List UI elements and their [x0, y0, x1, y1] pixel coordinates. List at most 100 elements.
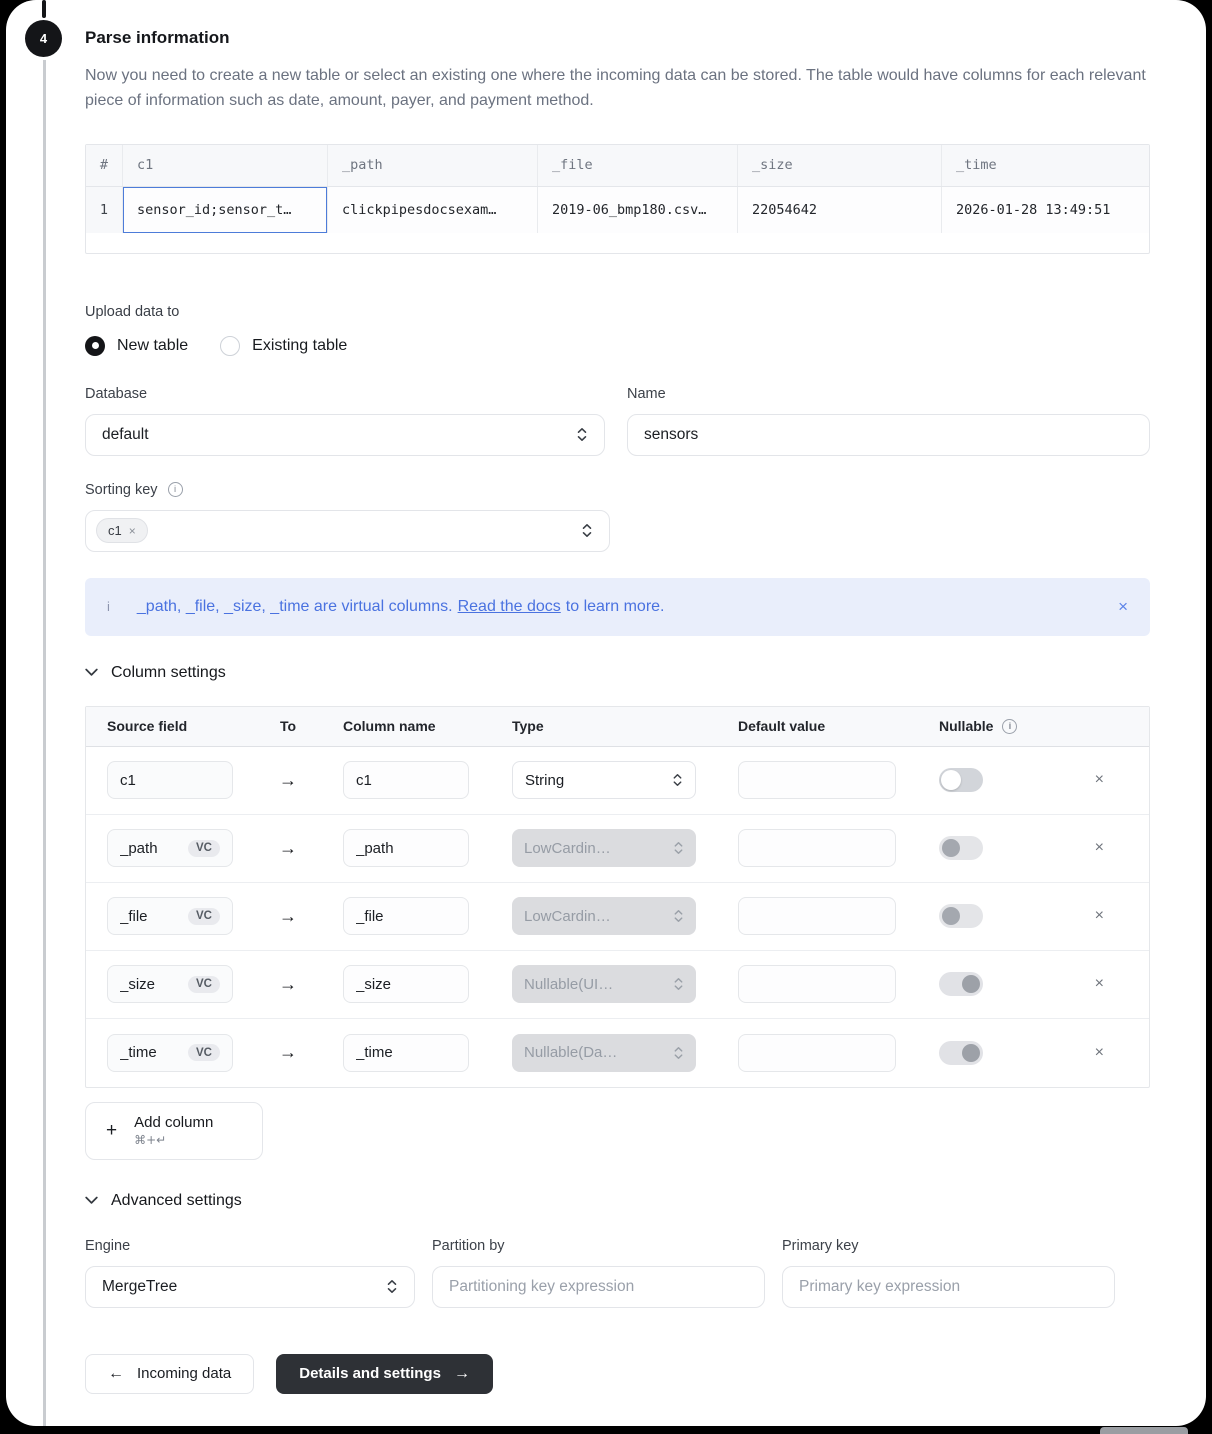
chevron-updown-icon	[673, 841, 684, 855]
source-field-input[interactable]	[120, 840, 180, 857]
default-value-input[interactable]	[738, 761, 896, 799]
advanced-settings-toggle[interactable]: Advanced settings	[85, 1192, 1150, 1210]
arrow-right-icon: →	[279, 770, 297, 791]
page-description: Now you need to create a new table or se…	[85, 64, 1150, 114]
preview-cell-path[interactable]: clickpipesdocsexam…	[328, 187, 538, 233]
column-name-input[interactable]	[356, 772, 456, 789]
nullable-toggle-disabled	[939, 904, 983, 928]
source-field-wrap: VC	[107, 965, 233, 1003]
name-field-wrap	[627, 414, 1150, 456]
upload-data-to-label: Upload data to	[85, 304, 1150, 320]
column-row-time: VC → Nullable(Da… ×	[86, 1019, 1149, 1087]
column-name-input[interactable]	[356, 1044, 456, 1061]
chevron-updown-icon	[576, 427, 588, 442]
remove-column-icon[interactable]: ×	[1095, 907, 1104, 925]
incoming-data-label: Incoming data	[137, 1365, 231, 1382]
nullable-toggle-disabled-on	[939, 1041, 983, 1065]
source-field-input[interactable]	[120, 908, 180, 925]
type-selected-value: String	[525, 772, 564, 789]
chevron-updown-icon	[673, 909, 684, 923]
database-select[interactable]: default	[85, 414, 605, 456]
preview-col-c1: c1	[123, 145, 328, 186]
add-column-shortcut: ⌘+↵	[134, 1133, 166, 1147]
chevron-updown-icon	[672, 773, 683, 787]
arrow-right-icon: →	[279, 838, 297, 859]
engine-label: Engine	[85, 1238, 415, 1254]
nullable-toggle[interactable]	[939, 768, 983, 792]
partition-by-wrap	[432, 1266, 765, 1308]
chevron-updown-icon	[673, 1046, 684, 1060]
virtual-column-badge: VC	[188, 1044, 220, 1061]
remove-column-icon[interactable]: ×	[1095, 975, 1104, 993]
nullable-toggle-disabled	[939, 836, 983, 860]
column-name-input[interactable]	[356, 976, 456, 993]
source-field-input[interactable]	[120, 976, 180, 993]
column-name-input[interactable]	[356, 840, 456, 857]
source-field-input[interactable]	[120, 1044, 180, 1061]
radio-existing-table-icon[interactable]	[220, 336, 240, 356]
header-source-field: Source field	[107, 718, 233, 734]
source-field-wrap: VC	[107, 829, 233, 867]
default-value-input[interactable]	[738, 829, 896, 867]
read-the-docs-link[interactable]: Read the docs	[458, 598, 561, 616]
chip-remove-icon[interactable]: ×	[129, 524, 136, 538]
preview-col-path: _path	[328, 145, 538, 186]
preview-cell-c1[interactable]: sensor_id;sensor_t…	[123, 187, 328, 233]
banner-suffix: to learn more.	[566, 598, 665, 616]
radio-new-table-icon[interactable]	[85, 336, 105, 356]
banner-close-icon[interactable]: ×	[1118, 597, 1128, 617]
remove-column-icon[interactable]: ×	[1095, 839, 1104, 857]
virtual-column-badge: VC	[188, 908, 220, 925]
column-settings-toggle[interactable]: Column settings	[85, 664, 1150, 682]
incoming-data-button[interactable]: ← Incoming data	[85, 1354, 254, 1394]
partition-by-input[interactable]	[449, 1278, 748, 1296]
preview-cell-file[interactable]: 2019-06_bmp180.csv…	[538, 187, 738, 233]
header-nullable: Nullable	[939, 718, 993, 734]
engine-selected-value: MergeTree	[102, 1278, 177, 1296]
engine-select[interactable]: MergeTree	[85, 1266, 415, 1308]
type-select[interactable]: String	[512, 761, 696, 799]
preview-col-index: #	[86, 145, 123, 186]
column-row-size: VC → Nullable(UI… ×	[86, 951, 1149, 1019]
sorting-key-label: Sorting key	[85, 482, 158, 498]
preview-cell-time[interactable]: 2026-01-28 13:49:51	[942, 187, 1149, 233]
remove-column-icon[interactable]: ×	[1095, 771, 1104, 789]
horizontal-scrollbar-thumb[interactable]	[1100, 1427, 1188, 1434]
header-type: Type	[512, 718, 696, 734]
column-name-wrap	[343, 829, 469, 867]
advanced-settings-title: Advanced settings	[111, 1192, 242, 1210]
sorting-key-select[interactable]: c1 ×	[85, 510, 610, 552]
preview-cell-size[interactable]: 22054642	[738, 187, 942, 233]
header-default-value: Default value	[738, 718, 896, 734]
source-field-wrap: VC	[107, 897, 233, 935]
radio-option-new-table[interactable]: New table	[85, 336, 188, 356]
banner-info-icon: i	[107, 599, 110, 614]
primary-key-input[interactable]	[799, 1278, 1098, 1296]
step-number-badge: 4	[25, 20, 62, 57]
info-icon[interactable]: i	[1002, 719, 1017, 734]
type-selected-value: LowCardin…	[524, 908, 611, 925]
radio-option-existing-table[interactable]: Existing table	[220, 336, 347, 356]
header-to: To	[280, 718, 296, 734]
name-input[interactable]	[644, 426, 1133, 444]
details-and-settings-button[interactable]: Details and settings →	[276, 1354, 493, 1394]
default-value-input[interactable]	[738, 1034, 896, 1072]
type-select-disabled: LowCardin…	[512, 897, 696, 935]
sorting-key-chip: c1 ×	[96, 518, 148, 543]
remove-column-icon[interactable]: ×	[1095, 1044, 1104, 1062]
header-column-name: Column name	[343, 718, 469, 734]
add-column-button[interactable]: + Add column ⌘+↵	[85, 1102, 263, 1160]
source-field-input[interactable]	[120, 772, 220, 789]
column-name-wrap	[343, 965, 469, 1003]
type-select-disabled: Nullable(UI…	[512, 965, 696, 1003]
info-icon[interactable]: i	[168, 482, 183, 497]
default-value-input[interactable]	[738, 897, 896, 935]
default-value-input[interactable]	[738, 965, 896, 1003]
column-row-path: VC → LowCardin… ×	[86, 815, 1149, 883]
column-row-file: VC → LowCardin… ×	[86, 883, 1149, 951]
column-settings-header: Source field To Column name Type Default…	[86, 707, 1149, 747]
column-name-wrap	[343, 897, 469, 935]
column-name-input[interactable]	[356, 908, 456, 925]
source-field-wrap	[107, 761, 233, 799]
database-selected-value: default	[102, 426, 149, 444]
